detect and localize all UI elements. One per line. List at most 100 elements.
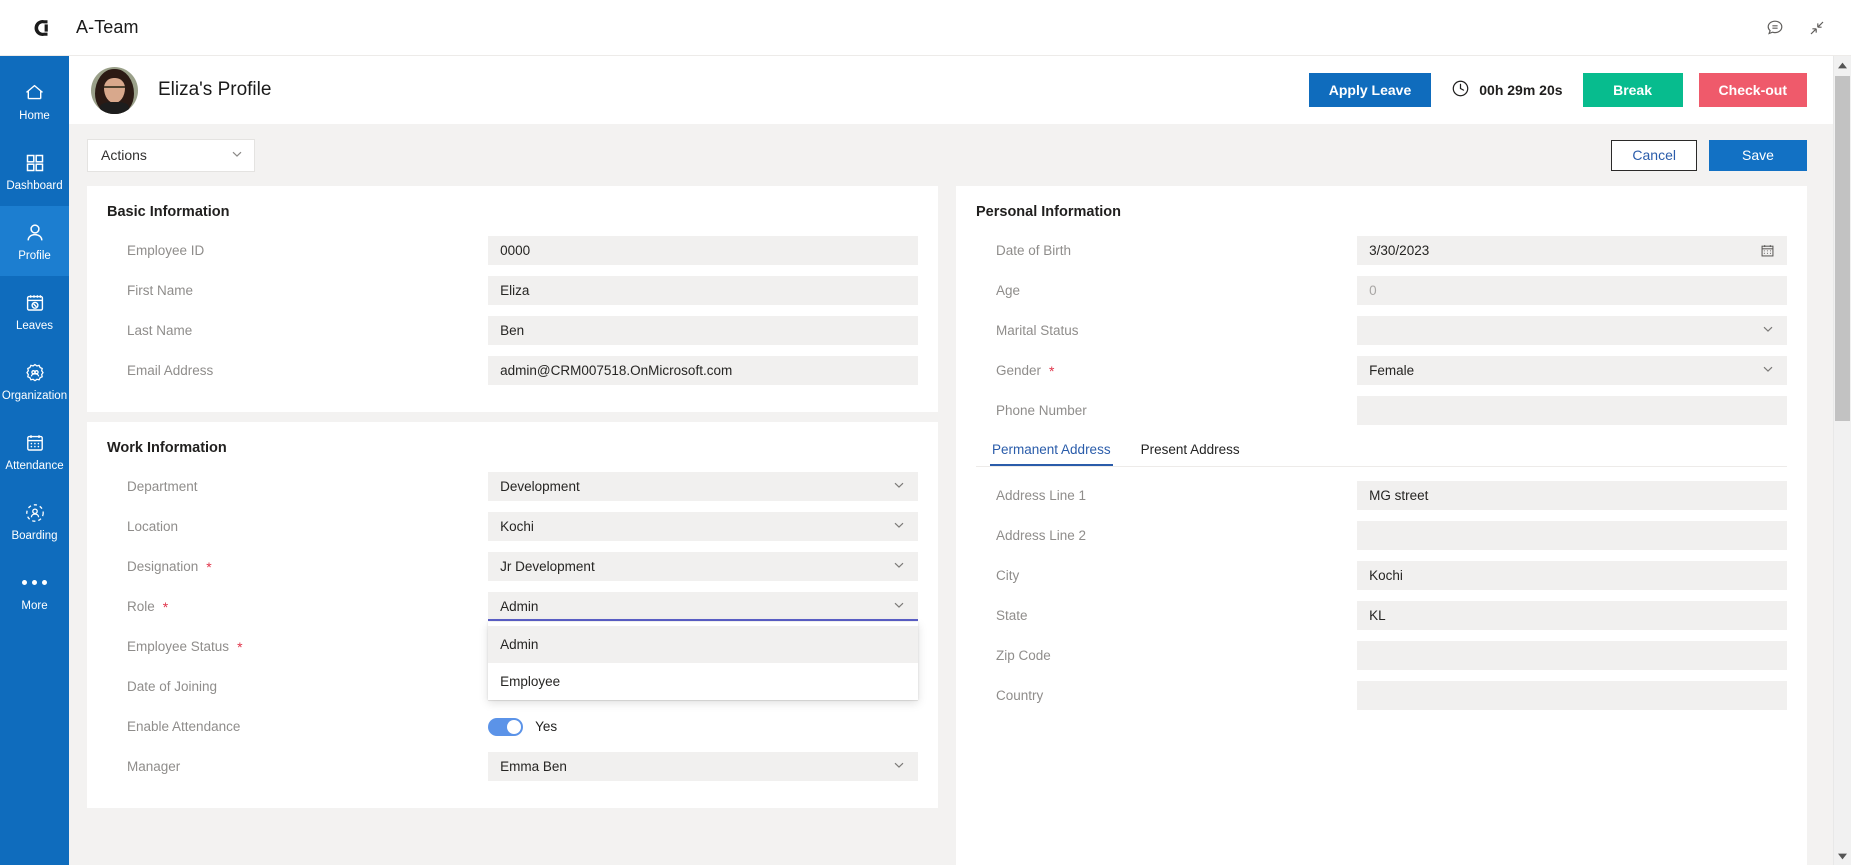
date-of-birth-input[interactable]: 3/30/2023: [1357, 236, 1787, 265]
sidebar-item-label: Home: [19, 109, 50, 122]
field-first-name: First Name Eliza: [107, 276, 918, 305]
role-option-admin[interactable]: Admin: [488, 626, 918, 663]
avatar: [91, 66, 138, 114]
gender-value: Female: [1369, 363, 1415, 378]
chevron-down-icon: [892, 558, 906, 575]
manager-select[interactable]: Emma Ben: [488, 752, 918, 781]
sidebar-item-profile[interactable]: Profile: [0, 206, 69, 276]
section-title: Work Information: [107, 440, 227, 456]
section-title: Personal Information: [976, 204, 1122, 220]
date-of-birth-value: 3/30/2023: [1369, 243, 1430, 258]
state-input[interactable]: KL: [1357, 601, 1787, 630]
sidebar-item-label: Attendance: [5, 459, 64, 472]
chevron-down-icon: [892, 758, 906, 775]
last-name-input[interactable]: Ben: [488, 316, 918, 345]
a-team-logo-icon: [30, 15, 56, 41]
field-label: Last Name: [127, 323, 193, 338]
sidebar-item-leaves[interactable]: Leaves: [0, 276, 69, 346]
sidebar-item-attendance[interactable]: Attendance: [0, 416, 69, 486]
field-label: Gender *: [976, 363, 1357, 378]
person-network-icon: [23, 500, 47, 526]
address-line-2-input[interactable]: [1357, 521, 1787, 550]
sidebar-item-organization[interactable]: Organization: [0, 346, 69, 416]
address-line-1-input[interactable]: MG street: [1357, 481, 1787, 510]
actions-dropdown[interactable]: Actions: [87, 138, 255, 172]
calendar-icon[interactable]: [1760, 243, 1775, 258]
location-value: Kochi: [500, 519, 534, 534]
window-title-bar: A-Team: [0, 0, 1851, 56]
designation-select[interactable]: Jr Development: [488, 552, 918, 581]
email-address-input[interactable]: admin@CRM007518.OnMicrosoft.com: [488, 356, 918, 385]
application-window: A-Team Home Dashboard Profile Leaves Org…: [0, 0, 1851, 865]
chat-bubble-icon[interactable]: [1765, 18, 1785, 38]
org-gear-icon: [23, 360, 47, 386]
field-address-line-1: Address Line 1 MG street: [976, 481, 1787, 510]
break-button[interactable]: Break: [1582, 73, 1683, 107]
apply-leave-button[interactable]: Apply Leave: [1308, 73, 1432, 107]
home-icon: [22, 80, 47, 106]
role-dropdown-menu: Admin Employee: [488, 622, 918, 700]
sidebar-item-label: Leaves: [15, 319, 54, 332]
scroll-up-arrow-icon[interactable]: [1834, 56, 1851, 74]
field-label: Zip Code: [996, 648, 1051, 663]
field-label-text: Designation: [127, 559, 199, 574]
marital-status-select[interactable]: [1357, 316, 1787, 345]
page-title: Eliza's Profile: [158, 79, 272, 100]
save-button[interactable]: Save: [1709, 139, 1807, 171]
scrollbar-thumb[interactable]: [1835, 76, 1850, 421]
collapse-arrows-icon[interactable]: [1807, 18, 1827, 38]
employee-id-input[interactable]: 0000: [488, 236, 918, 265]
role-option-employee[interactable]: Employee: [488, 663, 918, 700]
calendar-days-icon: [23, 430, 47, 456]
first-name-input[interactable]: Eliza: [488, 276, 918, 305]
field-label: Country: [996, 688, 1044, 703]
tab-present-address[interactable]: Present Address: [1139, 436, 1242, 466]
sidebar-item-more[interactable]: More: [0, 556, 69, 626]
field-phone-number: Phone Number: [976, 396, 1787, 425]
field-role: Role * Admin Admin Employee: [107, 592, 918, 700]
vertical-scrollbar[interactable]: [1833, 56, 1851, 865]
field-label-text: Employee Status: [127, 639, 230, 654]
field-country: Country: [976, 681, 1787, 710]
age-placeholder: 0: [1369, 283, 1377, 298]
country-input[interactable]: [1357, 681, 1787, 710]
sidebar-item-home[interactable]: Home: [0, 66, 69, 136]
role-select[interactable]: Admin: [488, 592, 918, 621]
chevron-down-icon: [1761, 362, 1775, 379]
right-column: Personal Information Date of Birth 3/30/…: [956, 186, 1807, 865]
sidebar-item-dashboard[interactable]: Dashboard: [0, 136, 69, 206]
gender-select[interactable]: Female: [1357, 356, 1787, 385]
field-label: Address Line 1: [996, 488, 1087, 503]
department-select[interactable]: Development: [488, 472, 918, 501]
zip-code-input[interactable]: [1357, 641, 1787, 670]
field-email-address: Email Address admin@CRM007518.OnMicrosof…: [107, 356, 918, 385]
field-label: Designation *: [107, 559, 488, 574]
field-address-line-2: Address Line 2: [976, 521, 1787, 550]
main-content-area: Eliza's Profile Apply Leave 00h 29m 20s …: [69, 56, 1833, 865]
sidebar-item-boarding[interactable]: Boarding: [0, 486, 69, 556]
left-column: Basic Information Employee ID 0000 First…: [87, 186, 938, 818]
required-asterisk: *: [206, 558, 212, 575]
timer-value: 00h 29m 20s: [1479, 82, 1563, 98]
check-out-button[interactable]: Check-out: [1698, 73, 1807, 107]
field-label: State: [996, 608, 1028, 623]
sidebar-item-label: More: [21, 599, 48, 612]
header-actions: Apply Leave 00h 29m 20s Break Check-out: [1308, 73, 1807, 107]
field-last-name: Last Name Ben: [107, 316, 918, 345]
enable-attendance-toggle[interactable]: [488, 717, 524, 736]
age-input[interactable]: 0: [1357, 276, 1787, 305]
city-input[interactable]: Kochi: [1357, 561, 1787, 590]
field-label: Department: [127, 479, 198, 494]
cancel-button[interactable]: Cancel: [1611, 139, 1697, 171]
scroll-down-arrow-icon[interactable]: [1834, 847, 1851, 865]
person-icon: [23, 220, 47, 246]
location-select[interactable]: Kochi: [488, 512, 918, 541]
department-value: Development: [500, 479, 580, 494]
tab-permanent-address[interactable]: Permanent Address: [990, 436, 1113, 466]
chevron-down-icon: [230, 147, 244, 164]
phone-number-input[interactable]: [1357, 396, 1787, 425]
field-enable-attendance: Enable Attendance Yes: [107, 712, 918, 741]
action-bar: Actions Cancel Save: [69, 124, 1833, 186]
profile-header: Eliza's Profile Apply Leave 00h 29m 20s …: [69, 56, 1833, 124]
field-label: Role *: [107, 599, 488, 614]
